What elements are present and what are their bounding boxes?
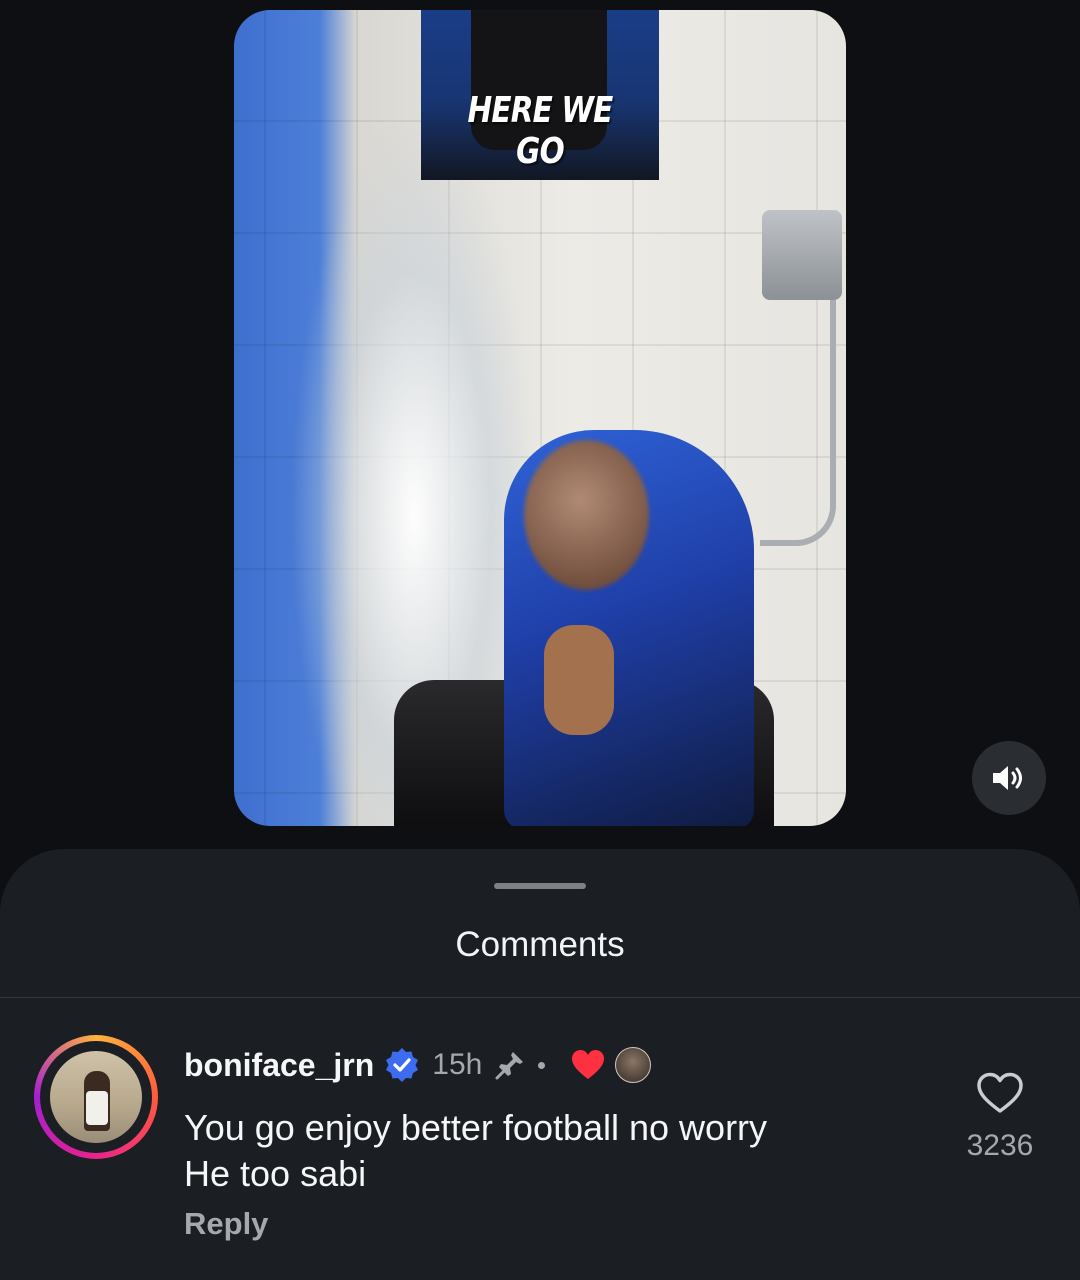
avatar-shirt (86, 1091, 108, 1125)
comments-sheet: Comments boniface_jrn 15h You go enjoy b… (0, 849, 1080, 1280)
shower-hose (760, 300, 836, 546)
overlay-caption: HERE WE GO (467, 90, 613, 172)
sheet-drag-handle[interactable] (494, 883, 586, 889)
avatar (50, 1051, 142, 1143)
video-overlay-image: HERE WE GO (421, 10, 659, 180)
speaker-icon (993, 766, 1022, 790)
sheet-divider (0, 997, 1080, 998)
sound-toggle-button[interactable] (972, 741, 1046, 815)
like-count: 3236 (966, 1129, 1034, 1162)
separator-dot (538, 1061, 546, 1069)
heart-outline-icon[interactable] (976, 1072, 1024, 1114)
video-player[interactable]: HERE WE GO (234, 10, 846, 826)
comment-line-1: You go enjoy better football no worry (184, 1107, 768, 1148)
avatar-ring-gap (40, 1041, 152, 1153)
comment-meta: boniface_jrn 15h (184, 1045, 652, 1085)
person-figure (384, 410, 774, 826)
verified-badge-icon (386, 1048, 419, 1082)
shower-tap (762, 210, 842, 300)
comment-username[interactable]: boniface_jrn (184, 1047, 374, 1084)
heart-filled-icon (572, 1050, 605, 1079)
person-hand (544, 625, 614, 735)
creator-avatar (615, 1047, 652, 1083)
comment-body: You go enjoy better football no worry He… (184, 1105, 904, 1197)
avatar-story-ring[interactable] (34, 1035, 158, 1159)
comment-line-2: He too sabi (184, 1153, 367, 1194)
comment-time: 15h (432, 1048, 483, 1081)
reply-button[interactable]: Reply (184, 1206, 268, 1242)
person-head (524, 440, 649, 590)
sheet-title: Comments (455, 925, 625, 964)
pin-icon (495, 1052, 524, 1080)
